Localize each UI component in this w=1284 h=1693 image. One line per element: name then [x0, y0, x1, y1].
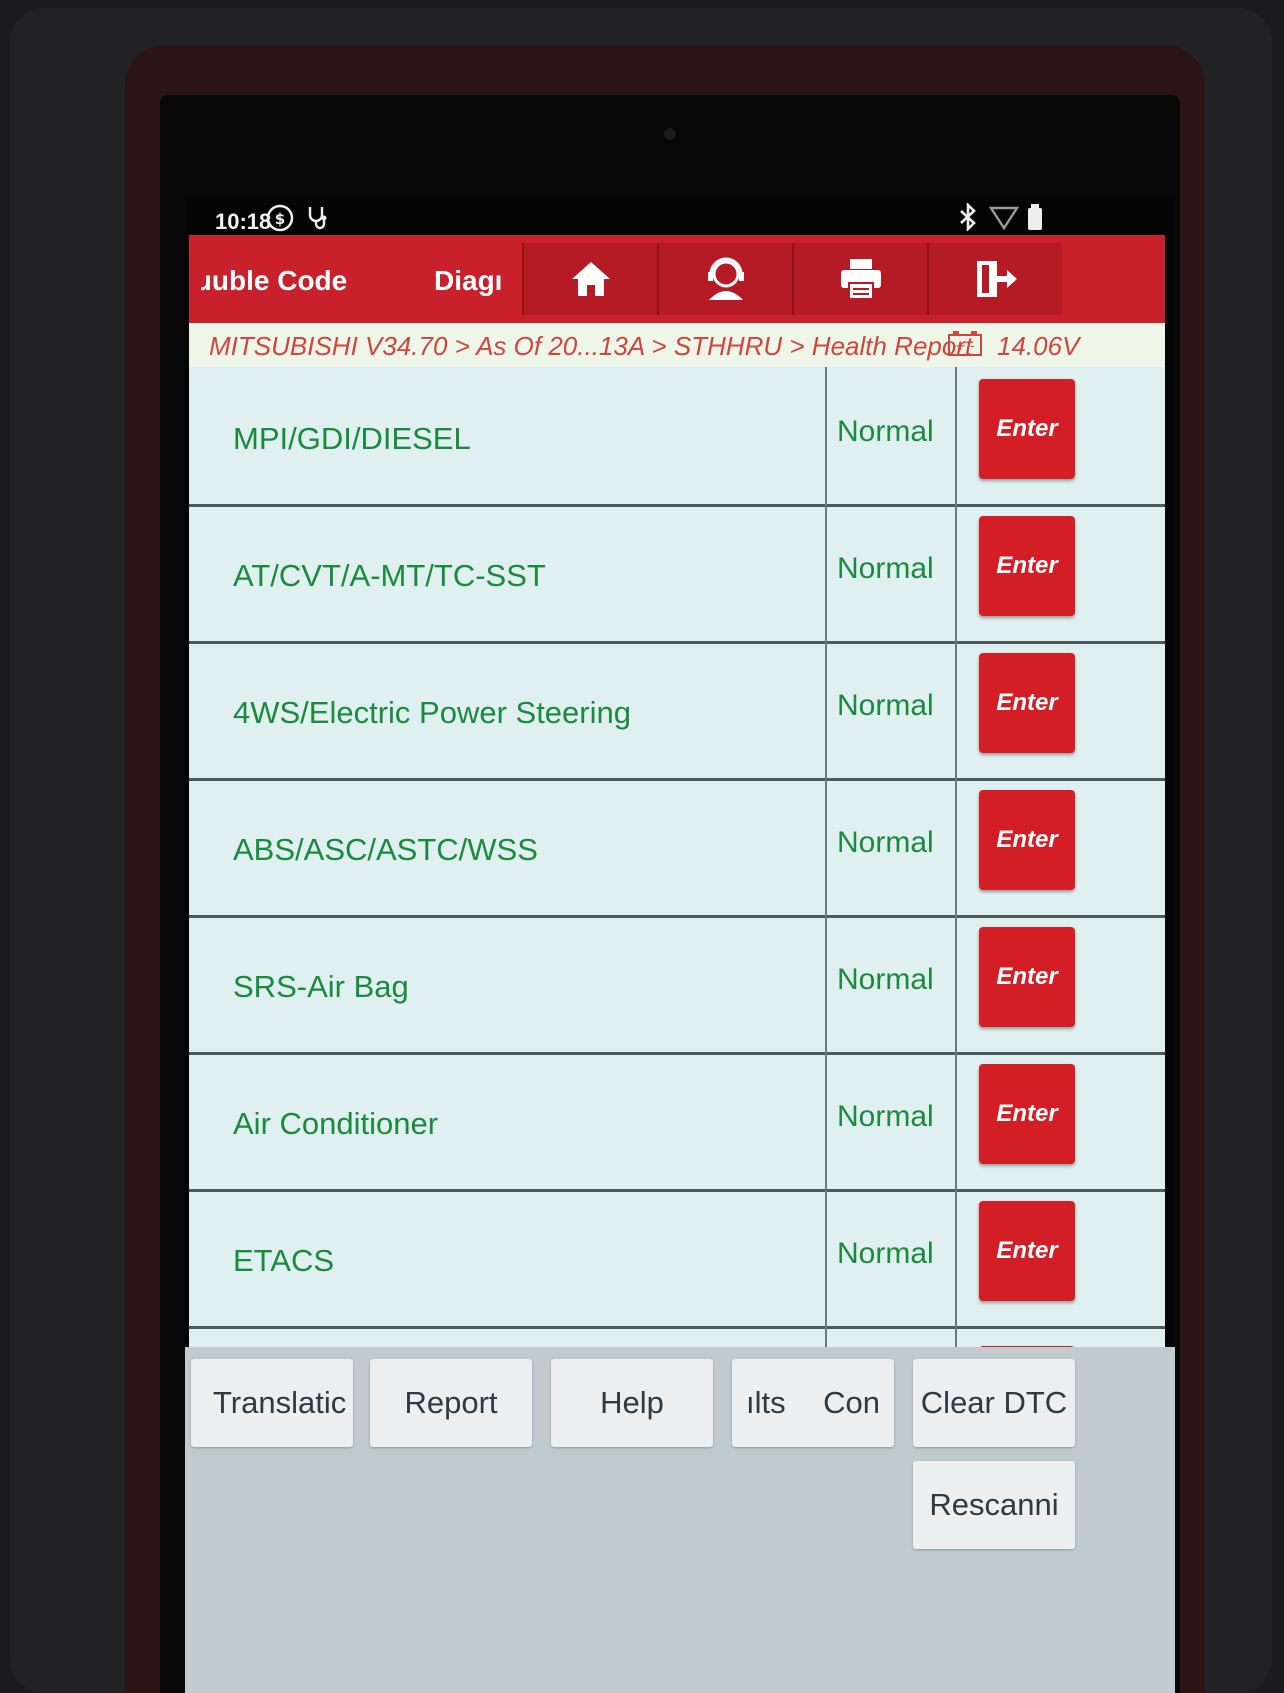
column-divider [825, 1052, 827, 1189]
tab-trouble-code[interactable]: ɹuble Code [201, 265, 347, 297]
bottom-toolbar: Translatic Report Help ılts Con Clear DT… [185, 1347, 1175, 1693]
battery-icon [1027, 203, 1043, 238]
system-name: SRS-Air Bag [233, 969, 409, 1004]
column-divider [825, 915, 827, 1052]
con-label: Con [823, 1385, 880, 1420]
front-camera [664, 128, 676, 140]
tab-diagnosis[interactable]: Diagı [434, 265, 502, 297]
column-divider [825, 778, 827, 915]
exit-icon [976, 261, 1017, 297]
support-button[interactable] [657, 243, 792, 315]
enter-button[interactable]: Enter [979, 653, 1075, 753]
status-time: 10:18 [215, 209, 272, 234]
system-name: 4WS/Electric Power Steering [233, 695, 631, 730]
print-icon [840, 259, 881, 300]
system-name: Air Conditioner [233, 1106, 439, 1141]
report-button[interactable]: Report [370, 1359, 532, 1447]
system-status: Normal [837, 415, 934, 448]
list-item: SRS-Air Bag Normal Enter [189, 915, 1165, 1055]
system-status: Normal [837, 1237, 934, 1270]
stethoscope-icon [305, 203, 333, 238]
system-status: Normal [837, 689, 934, 722]
list-item: 4WS/Electric Power Steering Normal Enter [189, 641, 1165, 781]
column-divider [825, 504, 827, 641]
list-item: MPI/GDI/DIESEL Normal Enter [189, 367, 1165, 507]
enter-button[interactable]: Enter [979, 927, 1075, 1027]
translate-button[interactable]: Translatic [191, 1359, 353, 1447]
list-item: ETACS Normal Enter [189, 1189, 1165, 1329]
column-divider [955, 641, 957, 778]
system-name: ABS/ASC/ASTC/WSS [233, 832, 538, 867]
enter-button[interactable]: Enter [979, 790, 1075, 890]
column-divider [825, 1189, 827, 1326]
column-divider [955, 915, 957, 1052]
svg-text:+ -: + - [955, 339, 975, 354]
enter-button[interactable]: Enter [979, 1064, 1075, 1164]
help-button[interactable]: Help [551, 1359, 713, 1447]
print-button[interactable] [792, 243, 927, 315]
column-divider [955, 1189, 957, 1326]
system-status: Normal [837, 826, 934, 859]
screen: 10:18 $ ɹuble Code Diagı MITSUBISHI V34.… [185, 195, 1175, 1693]
list-item: Air Conditioner Normal Enter [189, 1052, 1165, 1192]
top-header: ɹuble Code Diagı [189, 235, 1165, 323]
column-divider [825, 641, 827, 778]
system-name: AT/CVT/A-MT/TC-SST [233, 558, 546, 593]
column-divider [955, 504, 957, 641]
support-agent-icon [707, 257, 744, 300]
enter-button[interactable]: Enter [979, 1201, 1075, 1301]
system-status: Normal [837, 963, 934, 996]
column-divider [825, 367, 827, 504]
svg-text:$: $ [275, 210, 285, 228]
column-divider [955, 778, 957, 915]
enter-button[interactable]: Enter [979, 516, 1075, 616]
wifi-icon [988, 203, 1020, 238]
home-button[interactable] [522, 243, 657, 315]
status-bar: 10:18 $ [185, 195, 1175, 235]
results-con-button[interactable]: ılts Con [732, 1359, 894, 1447]
column-divider [955, 367, 957, 504]
car-battery-icon: + - [947, 329, 983, 362]
system-status: Normal [837, 1100, 934, 1133]
system-name: ETACS [233, 1243, 335, 1278]
enter-button[interactable]: Enter [979, 379, 1075, 479]
exit-button[interactable] [927, 243, 1062, 315]
breadcrumb-path: MITSUBISHI V34.70 > As Of 20...13A > STH… [209, 331, 973, 361]
rescan-button[interactable]: Rescanni [913, 1461, 1075, 1549]
battery-voltage: 14.06V [997, 331, 1080, 361]
system-name: MPI/GDI/DIESEL [233, 421, 471, 456]
breadcrumb: MITSUBISHI V34.70 > As Of 20...13A > STH… [189, 323, 1165, 367]
column-divider [955, 1052, 957, 1189]
home-icon [571, 262, 610, 296]
results-label: ılts [746, 1385, 786, 1420]
system-status: Normal [837, 552, 934, 585]
clear-dtc-button[interactable]: Clear DTC [913, 1359, 1075, 1447]
list-item: AT/CVT/A-MT/TC-SST Normal Enter [189, 504, 1165, 644]
list-item: ABS/ASC/ASTC/WSS Normal Enter [189, 778, 1165, 918]
bluetooth-icon [957, 201, 979, 238]
